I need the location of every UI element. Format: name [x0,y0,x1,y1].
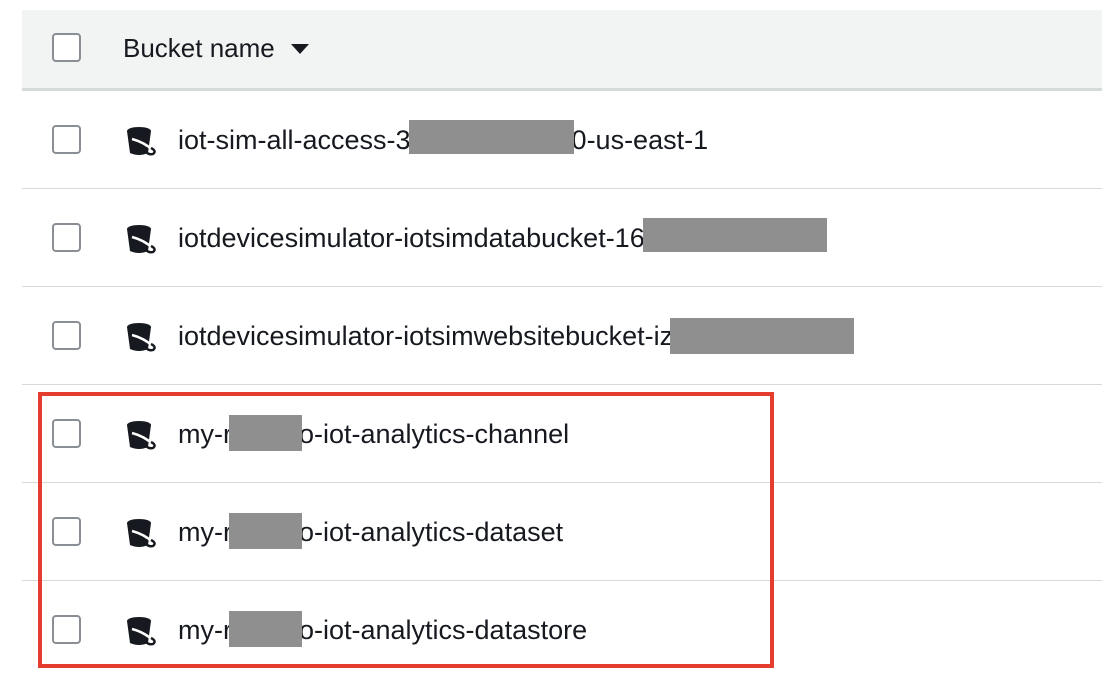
bucket-name-suffix: o-iot-analytics-dataset [298,517,564,547]
table-row: iot-sim-all-access-3 0-us-east-1 [22,91,1102,189]
row-checkbox[interactable] [52,517,81,546]
bucket-name-prefix: iot-sim-all-access-3 [178,125,411,155]
bucket-name-prefix: iotdevicesimulator-iotsimdatabucket-16 [178,223,645,253]
table-row: iotdevicesimulator-iotsimwebsitebucket-i… [22,287,1102,385]
caret-down-icon[interactable] [290,44,309,54]
bucket-name-link[interactable]: my-r o-iot-analytics-dataset [178,513,564,551]
buckets-table: Bucket name iot-sim-all-access-3 0-us-eas… [22,10,1102,678]
bucket-name-prefix: my-r [178,517,232,547]
bucket-name-prefix: my-r [178,419,232,449]
row-checkbox[interactable] [52,419,81,448]
column-header-label: Bucket name [123,33,275,63]
bucket-icon [127,225,156,254]
bucket-name-link[interactable]: iotdevicesimulator-iotsimwebsitebucket-i… [178,318,855,355]
bucket-name-prefix: iotdevicesimulator-iotsimwebsitebucket-i… [178,321,674,351]
row-checkbox[interactable] [52,223,81,252]
bucket-name-link[interactable]: iotdevicesimulator-iotsimdatabucket-16 [178,218,827,255]
redaction-block [228,611,302,647]
row-checkbox[interactable] [52,125,81,154]
bucket-icon [127,323,156,352]
bucket-icon [127,519,156,548]
table-row: my-r o-iot-analytics-datastore [22,581,1102,678]
select-all-checkbox[interactable] [52,33,81,62]
redaction-block [642,218,827,252]
bucket-name-suffix: o-iot-analytics-datastore [298,615,588,645]
bucket-icon [127,421,156,450]
bucket-icon [127,617,156,646]
bucket-name-link[interactable]: iot-sim-all-access-3 0-us-east-1 [178,120,709,157]
bucket-name-suffix: o-iot-analytics-channel [298,419,570,449]
table-row: iotdevicesimulator-iotsimdatabucket-16 [22,189,1102,287]
table-row: my-r o-iot-analytics-dataset [22,483,1102,581]
table-header: Bucket name [22,10,1102,91]
bucket-icon [127,127,156,156]
bucket-name-link[interactable]: my-r o-iot-analytics-channel [178,415,570,453]
redaction-block [228,513,302,549]
bucket-name-prefix: my-r [178,615,232,645]
table-row: my-r o-iot-analytics-channel [22,385,1102,483]
redaction-block [670,318,855,354]
redaction-block [408,120,574,154]
redaction-block [228,415,302,451]
row-checkbox[interactable] [52,615,81,644]
bucket-name-link[interactable]: my-r o-iot-analytics-datastore [178,611,588,649]
row-checkbox[interactable] [52,321,81,350]
bucket-name-suffix: 0-us-east-1 [571,125,709,155]
bucket-name-column-header[interactable]: Bucket name [123,32,309,64]
